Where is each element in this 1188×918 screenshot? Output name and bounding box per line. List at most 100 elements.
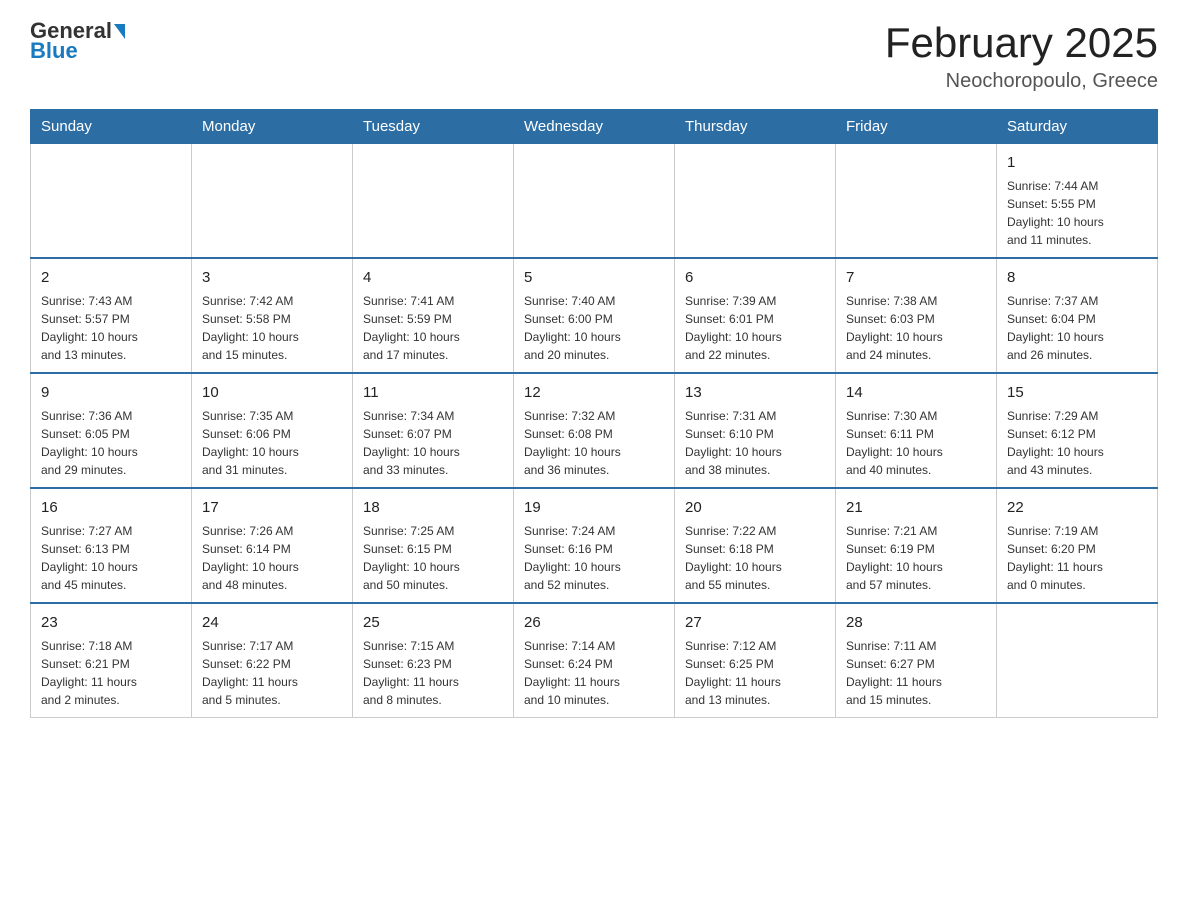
day-info: Sunrise: 7:42 AM Sunset: 5:58 PM Dayligh… — [202, 292, 342, 364]
col-header-monday: Monday — [192, 110, 353, 144]
day-info: Sunrise: 7:35 AM Sunset: 6:06 PM Dayligh… — [202, 407, 342, 479]
day-info: Sunrise: 7:15 AM Sunset: 6:23 PM Dayligh… — [363, 637, 503, 709]
calendar-cell — [997, 603, 1158, 718]
col-header-sunday: Sunday — [31, 110, 192, 144]
day-info: Sunrise: 7:38 AM Sunset: 6:03 PM Dayligh… — [846, 292, 986, 364]
calendar-cell — [514, 144, 675, 259]
week-row-4: 16 Sunrise: 7:27 AM Sunset: 6:13 PM Dayli… — [31, 488, 1158, 603]
calendar-cell: 2Sunrise: 7:43 AM Sunset: 5:57 PM Daylig… — [31, 258, 192, 373]
day-number: 3 — [202, 267, 342, 288]
day-info: Sunrise: 7:44 AM Sunset: 5:55 PM Dayligh… — [1007, 177, 1147, 249]
day-number: 6 — [685, 267, 825, 288]
day-number: 10 — [202, 382, 342, 403]
week-row-3: 9 Sunrise: 7:36 AM Sunset: 6:05 PM Daylig… — [31, 373, 1158, 488]
day-number: 13 — [685, 382, 825, 403]
calendar-cell: 14Sunrise: 7:30 AM Sunset: 6:11 PM Dayli… — [836, 373, 997, 488]
day-number: 20 — [685, 497, 825, 518]
day-number: 4 — [363, 267, 503, 288]
calendar-cell: 20 Sunrise: 7:22 AM Sunset: 6:18 PM Dayli… — [675, 488, 836, 603]
day-info: Sunrise: 7:40 AM Sunset: 6:00 PM Dayligh… — [524, 292, 664, 364]
calendar-cell — [675, 144, 836, 259]
day-number: 23 — [41, 612, 181, 633]
day-info: Sunrise: 7:22 AM Sunset: 6:18 PM Dayligh… — [685, 522, 825, 594]
day-number: 18 — [363, 497, 503, 518]
calendar-cell: 6 Sunrise: 7:39 AM Sunset: 6:01 PM Daylig… — [675, 258, 836, 373]
calendar-header-row: SundayMondayTuesdayWednesdayThursdayFrid… — [31, 110, 1158, 144]
day-number: 27 — [685, 612, 825, 633]
col-header-saturday: Saturday — [997, 110, 1158, 144]
day-info: Sunrise: 7:14 AM Sunset: 6:24 PM Dayligh… — [524, 637, 664, 709]
calendar-cell — [353, 144, 514, 259]
day-info: Sunrise: 7:19 AM Sunset: 6:20 PM Dayligh… — [1007, 522, 1147, 594]
logo-arrow-icon — [114, 24, 125, 39]
calendar-cell — [31, 144, 192, 259]
day-number: 1 — [1007, 152, 1147, 173]
day-info: Sunrise: 7:17 AM Sunset: 6:22 PM Dayligh… — [202, 637, 342, 709]
calendar-cell: 24Sunrise: 7:17 AM Sunset: 6:22 PM Dayli… — [192, 603, 353, 718]
col-header-friday: Friday — [836, 110, 997, 144]
day-info: Sunrise: 7:36 AM Sunset: 6:05 PM Dayligh… — [41, 407, 181, 479]
calendar-cell: 11 Sunrise: 7:34 AM Sunset: 6:07 PM Dayli… — [353, 373, 514, 488]
day-number: 2 — [41, 267, 181, 288]
calendar-cell: 5 Sunrise: 7:40 AM Sunset: 6:00 PM Daylig… — [514, 258, 675, 373]
calendar-cell: 18 Sunrise: 7:25 AM Sunset: 6:15 PM Dayli… — [353, 488, 514, 603]
day-info: Sunrise: 7:24 AM Sunset: 6:16 PM Dayligh… — [524, 522, 664, 594]
week-row-1: 1 Sunrise: 7:44 AM Sunset: 5:55 PM Daylig… — [31, 144, 1158, 259]
calendar-cell: 25 Sunrise: 7:15 AM Sunset: 6:23 PM Dayli… — [353, 603, 514, 718]
calendar-cell: 13 Sunrise: 7:31 AM Sunset: 6:10 PM Dayli… — [675, 373, 836, 488]
day-number: 22 — [1007, 497, 1147, 518]
day-number: 17 — [202, 497, 342, 518]
calendar-cell: 27 Sunrise: 7:12 AM Sunset: 6:25 PM Dayli… — [675, 603, 836, 718]
logo: General Blue — [30, 20, 125, 62]
week-row-5: 23 Sunrise: 7:18 AM Sunset: 6:21 PM Dayli… — [31, 603, 1158, 718]
day-info: Sunrise: 7:12 AM Sunset: 6:25 PM Dayligh… — [685, 637, 825, 709]
calendar-cell: 4Sunrise: 7:41 AM Sunset: 5:59 PM Daylig… — [353, 258, 514, 373]
day-info: Sunrise: 7:27 AM Sunset: 6:13 PM Dayligh… — [41, 522, 181, 594]
day-number: 14 — [846, 382, 986, 403]
calendar-cell — [836, 144, 997, 259]
calendar-cell: 16 Sunrise: 7:27 AM Sunset: 6:13 PM Dayli… — [31, 488, 192, 603]
calendar-cell: 21Sunrise: 7:21 AM Sunset: 6:19 PM Dayli… — [836, 488, 997, 603]
calendar-cell: 26 Sunrise: 7:14 AM Sunset: 6:24 PM Dayli… — [514, 603, 675, 718]
day-number: 19 — [524, 497, 664, 518]
col-header-tuesday: Tuesday — [353, 110, 514, 144]
day-number: 8 — [1007, 267, 1147, 288]
day-number: 15 — [1007, 382, 1147, 403]
calendar-cell: 1 Sunrise: 7:44 AM Sunset: 5:55 PM Daylig… — [997, 144, 1158, 259]
day-number: 28 — [846, 612, 986, 633]
calendar-cell: 15Sunrise: 7:29 AM Sunset: 6:12 PM Dayli… — [997, 373, 1158, 488]
day-number: 5 — [524, 267, 664, 288]
calendar-cell: 22 Sunrise: 7:19 AM Sunset: 6:20 PM Dayli… — [997, 488, 1158, 603]
calendar-cell: 8 Sunrise: 7:37 AM Sunset: 6:04 PM Daylig… — [997, 258, 1158, 373]
logo-blue: Blue — [30, 40, 78, 62]
day-number: 16 — [41, 497, 181, 518]
day-number: 9 — [41, 382, 181, 403]
calendar-cell: 23 Sunrise: 7:18 AM Sunset: 6:21 PM Dayli… — [31, 603, 192, 718]
day-info: Sunrise: 7:11 AM Sunset: 6:27 PM Dayligh… — [846, 637, 986, 709]
day-info: Sunrise: 7:34 AM Sunset: 6:07 PM Dayligh… — [363, 407, 503, 479]
col-header-thursday: Thursday — [675, 110, 836, 144]
day-info: Sunrise: 7:37 AM Sunset: 6:04 PM Dayligh… — [1007, 292, 1147, 364]
calendar-cell: 3 Sunrise: 7:42 AM Sunset: 5:58 PM Daylig… — [192, 258, 353, 373]
col-header-wednesday: Wednesday — [514, 110, 675, 144]
day-info: Sunrise: 7:39 AM Sunset: 6:01 PM Dayligh… — [685, 292, 825, 364]
day-number: 26 — [524, 612, 664, 633]
day-info: Sunrise: 7:31 AM Sunset: 6:10 PM Dayligh… — [685, 407, 825, 479]
page-header: General Blue February 2025 Neochoropoulo… — [30, 20, 1158, 93]
calendar-cell — [192, 144, 353, 259]
calendar-cell: 12Sunrise: 7:32 AM Sunset: 6:08 PM Dayli… — [514, 373, 675, 488]
calendar-cell: 7 Sunrise: 7:38 AM Sunset: 6:03 PM Daylig… — [836, 258, 997, 373]
calendar-cell: 28 Sunrise: 7:11 AM Sunset: 6:27 PM Dayli… — [836, 603, 997, 718]
day-number: 21 — [846, 497, 986, 518]
calendar-cell: 17Sunrise: 7:26 AM Sunset: 6:14 PM Dayli… — [192, 488, 353, 603]
month-title: February 2025 — [885, 20, 1158, 66]
day-info: Sunrise: 7:18 AM Sunset: 6:21 PM Dayligh… — [41, 637, 181, 709]
location: Neochoropoulo, Greece — [885, 70, 1158, 93]
day-number: 7 — [846, 267, 986, 288]
calendar-cell: 10 Sunrise: 7:35 AM Sunset: 6:06 PM Dayli… — [192, 373, 353, 488]
day-number: 25 — [363, 612, 503, 633]
day-info: Sunrise: 7:25 AM Sunset: 6:15 PM Dayligh… — [363, 522, 503, 594]
day-number: 12 — [524, 382, 664, 403]
day-number: 11 — [363, 382, 503, 403]
title-area: February 2025 Neochoropoulo, Greece — [885, 20, 1158, 93]
